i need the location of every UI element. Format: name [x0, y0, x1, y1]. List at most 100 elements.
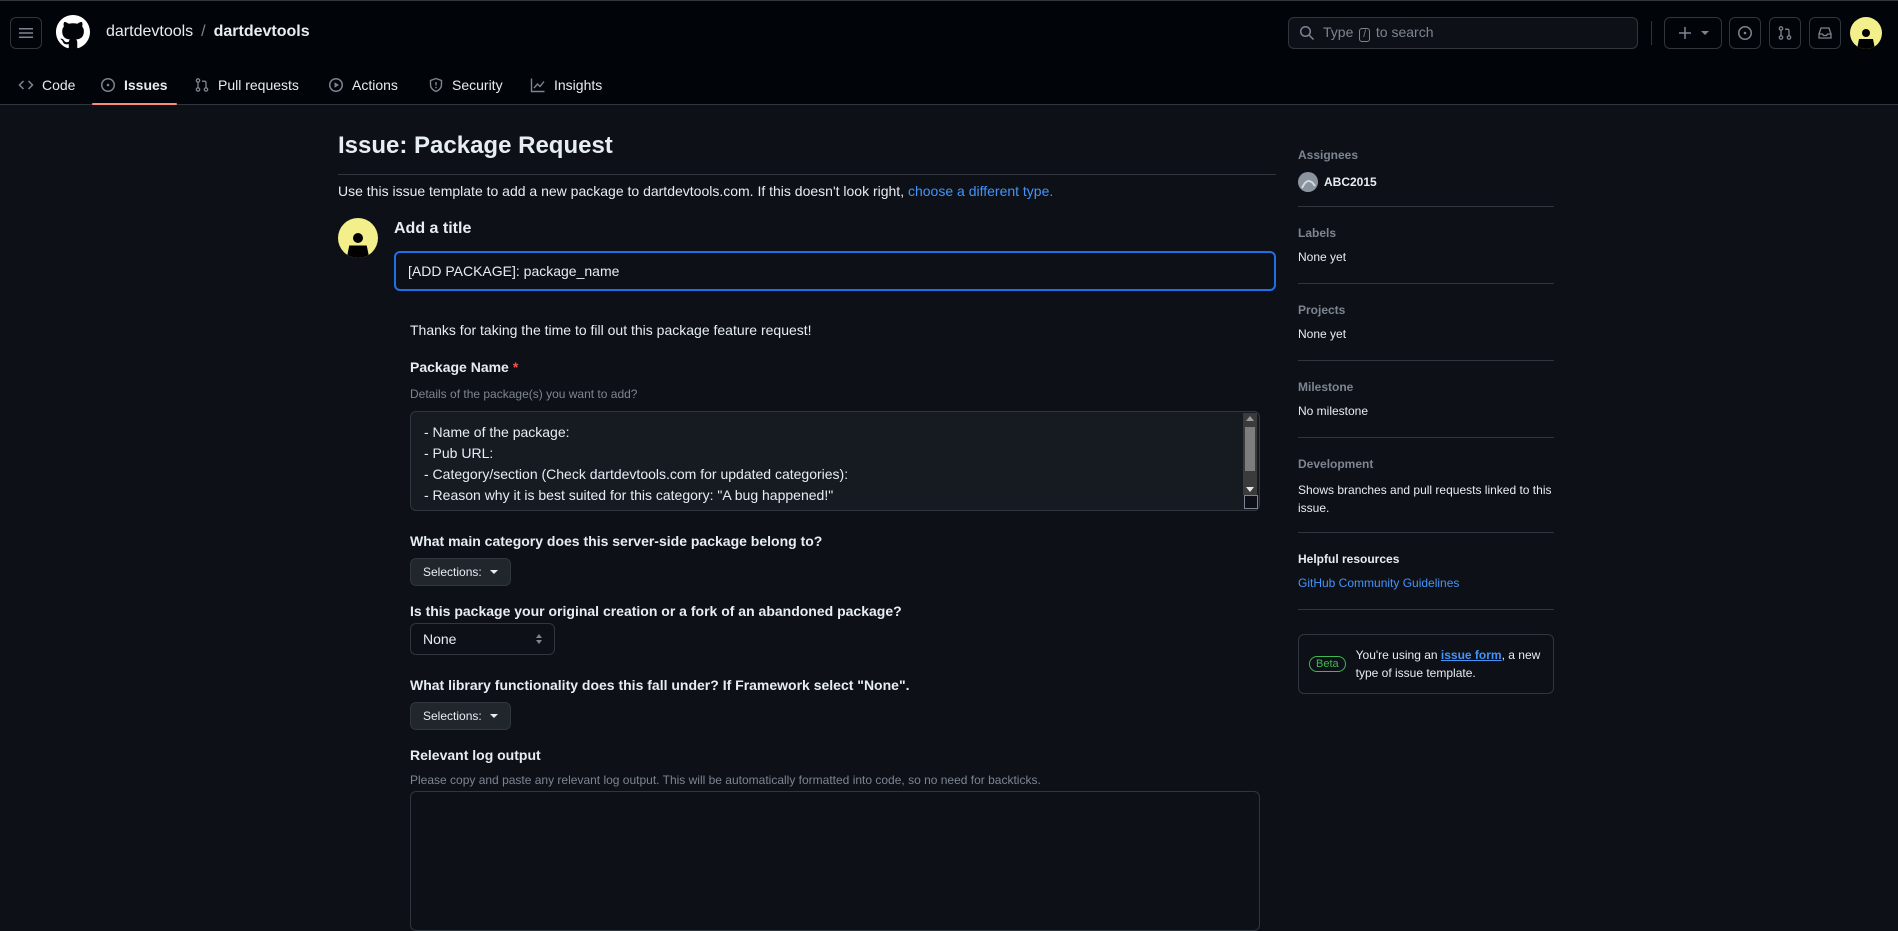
breadcrumb-owner[interactable]: dartdevtools [106, 23, 193, 41]
main-category-label: What main category does this server-side… [410, 533, 823, 549]
active-tab-indicator [92, 103, 177, 105]
search-icon [1299, 25, 1315, 41]
tab-label: Issues [124, 77, 168, 93]
assignee[interactable]: ABC2015 [1298, 172, 1554, 192]
issue-form-link[interactable]: issue form [1441, 648, 1502, 662]
assignees-section[interactable]: Assignees ABC2015 [1298, 148, 1554, 192]
log-output-textarea[interactable] [410, 791, 1260, 931]
tab-actions[interactable]: Actions [320, 69, 406, 101]
breadcrumb-separator: / [201, 23, 206, 40]
inbox-button[interactable] [1809, 17, 1841, 49]
chevron-down-icon [489, 570, 498, 574]
milestone-section[interactable]: Milestone No milestone [1298, 380, 1554, 418]
sidebar-divider [1298, 283, 1554, 284]
chevron-down-icon [489, 714, 498, 718]
sidebar-divider [1298, 532, 1554, 533]
breadcrumb-repo[interactable]: dartdevtools [214, 23, 310, 41]
tab-label: Code [42, 77, 76, 93]
search-input[interactable]: Type / to search [1288, 17, 1638, 49]
tab-issues[interactable]: Issues [92, 69, 176, 101]
tab-label: Actions [352, 77, 398, 93]
main-category-selections-button[interactable]: Selections: [410, 558, 511, 586]
inbox-icon [1818, 27, 1832, 39]
textarea-line: - Pub URL: [424, 445, 494, 461]
title-divider [338, 174, 1276, 175]
issues-button[interactable] [1729, 17, 1761, 49]
required-marker: * [512, 359, 519, 375]
search-placeholder: Type / to search [1323, 24, 1434, 42]
issue-form-beta-notice: Beta You're using an issue form, a new t… [1298, 634, 1554, 694]
form-intro: Thanks for taking the time to fill out t… [410, 322, 812, 338]
assignee-avatar [1298, 172, 1318, 192]
package-name-help: Details of the package(s) you want to ad… [410, 387, 638, 401]
graph-icon [530, 78, 545, 93]
tab-security[interactable]: Security [420, 69, 511, 101]
chevron-down-icon [1701, 31, 1709, 35]
user-avatar[interactable] [1850, 17, 1882, 49]
issue-title-input[interactable] [394, 251, 1276, 291]
issue-opened-icon [101, 78, 115, 92]
development-heading: Development [1298, 457, 1374, 471]
scroll-down-icon[interactable] [1246, 487, 1254, 492]
origin-label: Is this package your original creation o… [410, 603, 902, 619]
pull-requests-button[interactable] [1769, 17, 1801, 49]
scroll-up-icon[interactable] [1246, 416, 1254, 421]
avatar-figure-icon [346, 233, 370, 258]
labels-section[interactable]: Labels None yet [1298, 226, 1554, 264]
menu-button[interactable] [10, 17, 42, 49]
shield-icon [429, 77, 443, 93]
package-name-textarea[interactable]: - Name of the package: - Pub URL: - Cate… [410, 411, 1260, 511]
milestone-value: No milestone [1298, 404, 1369, 418]
textarea-scrollbar[interactable] [1243, 413, 1257, 495]
community-guidelines-link[interactable]: GitHub Community Guidelines [1298, 576, 1554, 590]
button-label: Selections: [423, 709, 482, 723]
helpful-resources-section: Helpful resources GitHub Community Guide… [1298, 552, 1554, 590]
author-avatar [338, 218, 378, 258]
resize-handle[interactable] [1244, 495, 1258, 509]
textarea-line: - Category/section (Check dartdevtools.c… [424, 466, 849, 482]
textarea-line: - Name of the package: [424, 424, 570, 440]
development-section[interactable]: Development Shows branches and pull requ… [1298, 457, 1554, 517]
package-name-label: Package Name * [410, 359, 519, 375]
log-output-help: Please copy and paste any relevant log o… [410, 773, 1041, 787]
page-title: Issue: Package Request [338, 132, 613, 159]
git-pull-request-icon [195, 78, 209, 92]
beta-badge: Beta [1309, 656, 1346, 672]
projects-value: None yet [1298, 327, 1347, 341]
app-header: dartdevtools / dartdevtools Type / to se… [0, 0, 1898, 105]
create-new-button[interactable] [1664, 17, 1722, 49]
tab-label: Insights [554, 77, 603, 93]
header-top-row: dartdevtools / dartdevtools Type / to se… [0, 1, 1898, 65]
sidebar-divider [1298, 437, 1554, 438]
development-value: Shows branches and pull requests linked … [1298, 483, 1552, 515]
choose-different-type-link[interactable]: choose a different type. [908, 183, 1053, 199]
scroll-thumb[interactable] [1245, 427, 1255, 471]
hamburger-icon [19, 28, 33, 38]
origin-select[interactable]: None [410, 623, 555, 655]
log-output-label: Relevant log output [410, 747, 541, 763]
git-pull-request-icon [1778, 26, 1792, 40]
tab-label: Pull requests [218, 77, 299, 93]
button-label: Selections: [423, 565, 482, 579]
projects-section[interactable]: Projects None yet [1298, 303, 1554, 341]
sidebar-divider [1298, 360, 1554, 361]
github-logo-icon[interactable] [56, 15, 90, 49]
library-selections-button[interactable]: Selections: [410, 702, 511, 730]
tab-label: Security [452, 77, 503, 93]
textarea-line: - Reason why it is best suited for this … [424, 487, 834, 503]
assignee-name[interactable]: ABC2015 [1324, 175, 1377, 189]
issue-opened-icon [1738, 26, 1752, 40]
library-label: What library functionality does this fal… [410, 677, 910, 693]
labels-heading: Labels [1298, 226, 1337, 240]
play-icon [329, 78, 343, 92]
package-name-text: - Name of the package: - Pub URL: - Cate… [424, 422, 848, 506]
add-title-label: Add a title [394, 220, 472, 237]
tab-insights[interactable]: Insights [522, 69, 610, 101]
tab-pull-requests[interactable]: Pull requests [186, 69, 307, 101]
sidebar-divider [1298, 206, 1554, 207]
tab-code[interactable]: Code [10, 69, 83, 101]
plus-icon [1679, 27, 1691, 39]
milestone-heading: Milestone [1298, 380, 1354, 394]
beta-text: You're using an issue form, a new type o… [1355, 648, 1541, 680]
sidebar-divider [1298, 609, 1554, 610]
